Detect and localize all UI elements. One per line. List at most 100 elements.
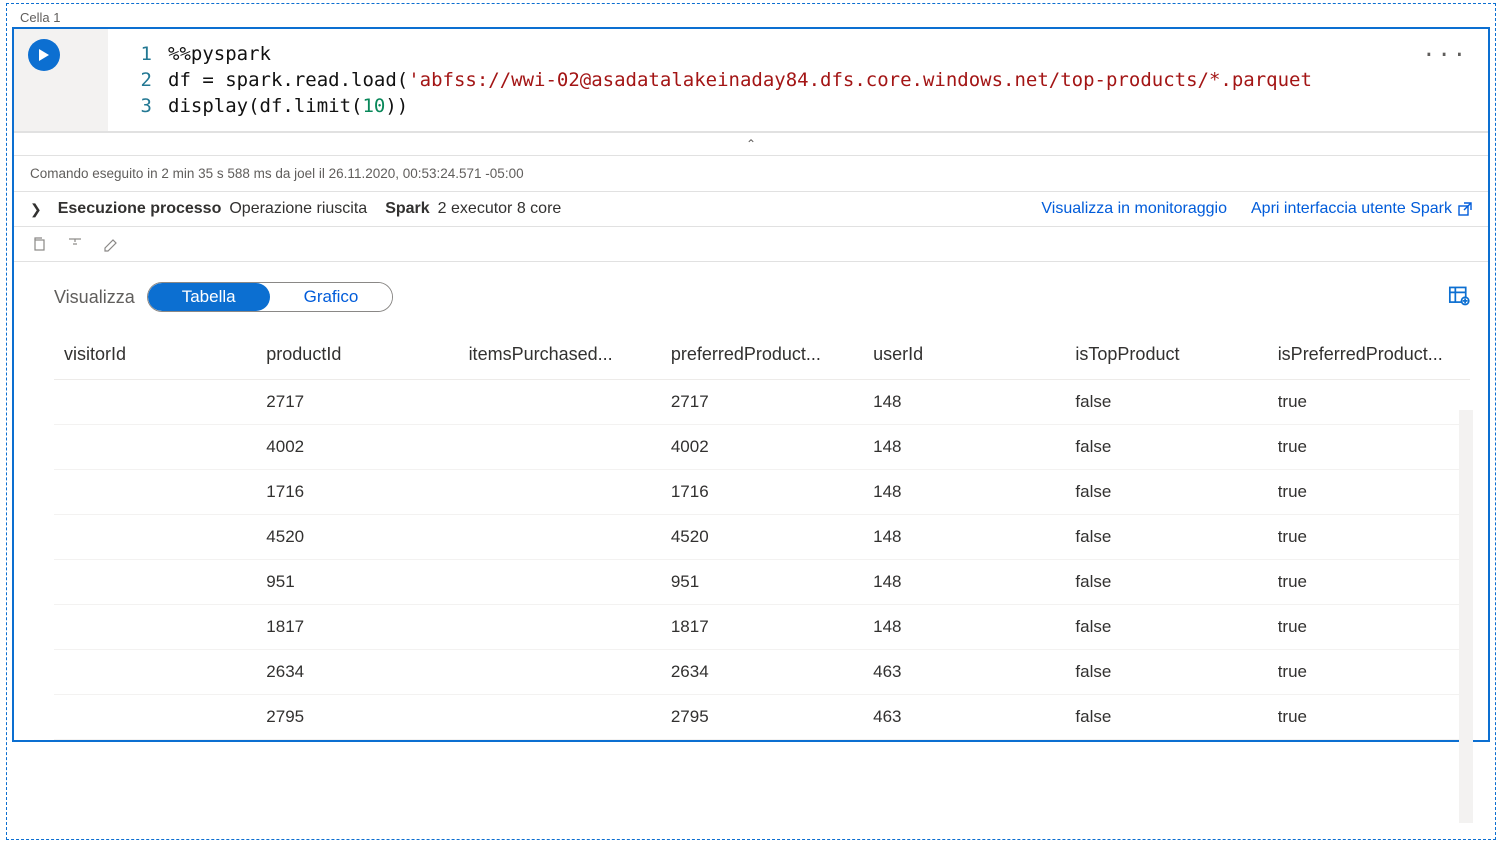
execution-summary-left: ❯ Esecuzione processo Operazione riuscit… <box>30 200 1041 218</box>
cell-title: Cella 1 <box>12 10 1490 27</box>
table-cell: 148 <box>863 425 1065 470</box>
table-cell: 2795 <box>256 695 458 740</box>
tab-chart[interactable]: Grafico <box>270 283 393 311</box>
table-cell: 148 <box>863 470 1065 515</box>
output-area: Visualizza Tabella Grafico visitorIdprod… <box>14 261 1488 740</box>
collapse-handle[interactable]: ⌃ <box>14 132 1488 155</box>
column-header[interactable]: itemsPurchased... <box>459 330 661 380</box>
table-cell: 148 <box>863 605 1065 650</box>
scrollbar[interactable] <box>1459 410 1473 823</box>
column-header[interactable]: productId <box>256 330 458 380</box>
output-toolbar <box>14 226 1488 261</box>
table-cell: true <box>1268 605 1470 650</box>
output-settings-button[interactable] <box>1448 285 1470 310</box>
table-cell <box>54 380 256 425</box>
exec-result: Operazione riuscita <box>229 200 367 218</box>
table-cell: 4520 <box>256 515 458 560</box>
table-cell: false <box>1065 695 1267 740</box>
table-cell: 2634 <box>256 650 458 695</box>
notebook-cell: Cella 1 1 2 3 %%pyspark df = spark.read.… <box>12 10 1490 833</box>
table-cell <box>54 470 256 515</box>
line-numbers: 1 2 3 <box>108 41 168 119</box>
table-cell: 148 <box>863 380 1065 425</box>
table-cell: true <box>1268 560 1470 605</box>
table-cell: 4002 <box>661 425 863 470</box>
table-cell: true <box>1268 380 1470 425</box>
table-row[interactable]: 27952795463falsetrue <box>54 695 1470 740</box>
table-cell: 2717 <box>256 380 458 425</box>
table-cell <box>459 515 661 560</box>
table-cell: false <box>1065 560 1267 605</box>
column-header[interactable]: isPreferredProduct... <box>1268 330 1470 380</box>
expand-icon[interactable] <box>66 235 84 253</box>
code-area: 1 2 3 %%pyspark df = spark.read.load('ab… <box>14 29 1488 132</box>
table-cell <box>459 650 661 695</box>
spark-detail: 2 executor 8 core <box>438 200 562 218</box>
chevron-up-icon: ⌃ <box>746 137 756 151</box>
table-cell <box>459 425 661 470</box>
table-cell: 2634 <box>661 650 863 695</box>
column-header[interactable]: preferredProduct... <box>661 330 863 380</box>
table-cell: 951 <box>256 560 458 605</box>
table-body: 27172717148falsetrue40024002148falsetrue… <box>54 380 1470 740</box>
spark-label: Spark <box>385 200 429 218</box>
table-row[interactable]: 40024002148falsetrue <box>54 425 1470 470</box>
table-cell: 463 <box>863 695 1065 740</box>
table-cell <box>54 560 256 605</box>
view-switch-row: Visualizza Tabella Grafico <box>54 282 1470 312</box>
table-cell: 2795 <box>661 695 863 740</box>
code-editor[interactable]: 1 2 3 %%pyspark df = spark.read.load('ab… <box>108 29 1488 131</box>
table-cell: false <box>1065 605 1267 650</box>
code-lines: %%pyspark df = spark.read.load('abfss://… <box>168 41 1488 119</box>
exec-process-label: Esecuzione processo <box>58 200 222 218</box>
table-settings-icon <box>1448 285 1470 307</box>
column-header[interactable]: userId <box>863 330 1065 380</box>
table-cell <box>54 515 256 560</box>
table-row[interactable]: 45204520148falsetrue <box>54 515 1470 560</box>
table-cell: false <box>1065 515 1267 560</box>
table-cell <box>54 605 256 650</box>
table-cell: 148 <box>863 515 1065 560</box>
table-row[interactable]: 18171817148falsetrue <box>54 605 1470 650</box>
table-cell: true <box>1268 650 1470 695</box>
table-cell <box>459 695 661 740</box>
table-cell: false <box>1065 380 1267 425</box>
table-cell: false <box>1065 650 1267 695</box>
copy-icon[interactable] <box>30 235 48 253</box>
clear-icon[interactable] <box>102 235 120 253</box>
table-row[interactable]: 17161716148falsetrue <box>54 470 1470 515</box>
chevron-right-icon[interactable]: ❯ <box>30 201 50 218</box>
table-cell: 1817 <box>661 605 863 650</box>
table-cell: 2717 <box>661 380 863 425</box>
table-cell: 1716 <box>661 470 863 515</box>
table-cell: true <box>1268 515 1470 560</box>
table-cell <box>54 695 256 740</box>
table-cell: true <box>1268 425 1470 470</box>
spark-ui-link[interactable]: Apri interfaccia utente Spark <box>1251 200 1472 218</box>
cell-gutter <box>14 29 108 131</box>
table-cell: true <box>1268 695 1470 740</box>
play-icon <box>37 48 51 62</box>
table-row[interactable]: 27172717148falsetrue <box>54 380 1470 425</box>
view-switch: Tabella Grafico <box>147 282 394 312</box>
results-table: visitorIdproductIditemsPurchased...prefe… <box>54 330 1470 740</box>
tab-table[interactable]: Tabella <box>148 283 270 311</box>
table-cell: 4520 <box>661 515 863 560</box>
monitor-link[interactable]: Visualizza in monitoraggio <box>1041 200 1227 218</box>
table-cell <box>54 650 256 695</box>
table-cell <box>459 470 661 515</box>
table-cell: 4002 <box>256 425 458 470</box>
column-header[interactable]: visitorId <box>54 330 256 380</box>
table-cell: 951 <box>661 560 863 605</box>
cell-box: 1 2 3 %%pyspark df = spark.read.load('ab… <box>12 27 1490 742</box>
column-header[interactable]: isTopProduct <box>1065 330 1267 380</box>
table-cell <box>54 425 256 470</box>
execution-summary-row: ❯ Esecuzione processo Operazione riuscit… <box>14 191 1488 226</box>
table-cell: 1716 <box>256 470 458 515</box>
table-row[interactable]: 951951148falsetrue <box>54 560 1470 605</box>
run-button[interactable] <box>28 39 60 71</box>
table-row[interactable]: 26342634463falsetrue <box>54 650 1470 695</box>
cell-actions-button[interactable]: ··· <box>1422 43 1468 68</box>
table-cell <box>459 560 661 605</box>
table-cell: 1817 <box>256 605 458 650</box>
